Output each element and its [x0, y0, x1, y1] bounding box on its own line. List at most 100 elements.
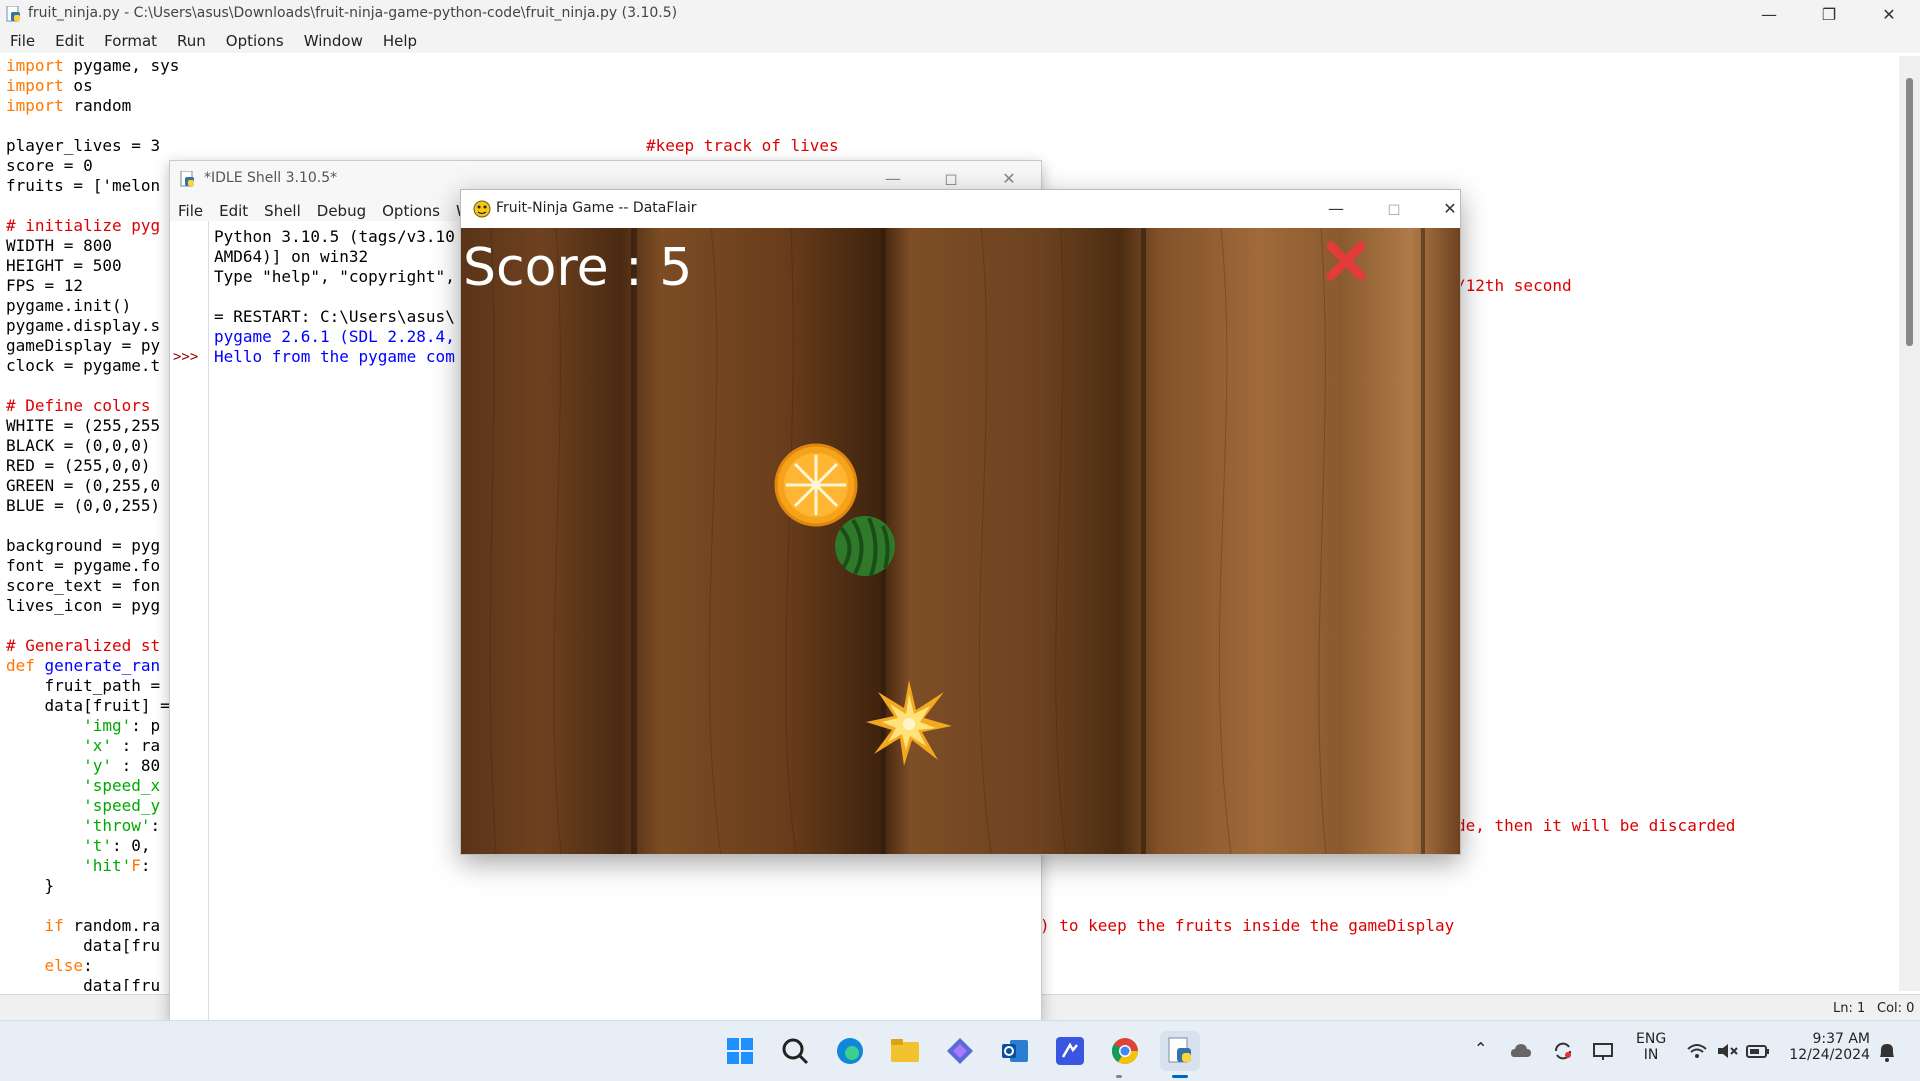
vscode-icon[interactable] [1050, 1031, 1090, 1071]
wood-background [461, 228, 1460, 854]
code-string: 't' [83, 836, 112, 855]
code-text: clock = pygame.t [6, 356, 161, 375]
onedrive-icon[interactable] [1510, 1041, 1532, 1061]
menu-run[interactable]: Run [167, 29, 216, 53]
code-string: 'x' [83, 736, 112, 755]
language-indicator[interactable]: ENG IN [1636, 1031, 1666, 1063]
shell-prompt: >>> [173, 349, 199, 365]
code-text: : 80 [111, 756, 161, 775]
close-button[interactable]: ✕ [1866, 0, 1912, 29]
chrome-icon[interactable] [1105, 1031, 1145, 1071]
clock[interactable]: 9:37 AM 12/24/2024 [1770, 1031, 1870, 1063]
code-text: score = 0 [6, 156, 93, 175]
code-text: background = pyg [6, 536, 161, 555]
menu-file[interactable]: File [0, 29, 45, 53]
language-code: ENG [1636, 1031, 1667, 1047]
open-app-indicator [1116, 1075, 1122, 1078]
idle-python-icon[interactable] [1160, 1031, 1200, 1071]
code-text: } [6, 876, 55, 895]
code-text: lives_icon = pyg [6, 596, 161, 615]
code-text: RED = (255,0,0) [6, 456, 151, 475]
code-text: : [150, 816, 161, 835]
game-close-button[interactable]: ✕ [1427, 194, 1473, 223]
shell-menu-file[interactable]: File [170, 197, 211, 223]
red-x-icon [1326, 241, 1366, 281]
code-text: : ra [111, 736, 161, 755]
notification-bell-icon[interactable] [1876, 1041, 1898, 1063]
code-line: import pygame, sys [6, 56, 1886, 76]
code-keyword: F [131, 856, 141, 875]
display-icon[interactable] [1592, 1041, 1614, 1061]
menu-options[interactable]: Options [216, 29, 294, 53]
code-text: fruits = ['melon [6, 176, 161, 195]
search-icon[interactable] [775, 1031, 815, 1071]
code-text: pygame, sys [63, 56, 180, 75]
editor-titlebar[interactable]: fruit_ninja.py - C:\Users\asus\Downloads… [0, 0, 1920, 29]
code-text: fruit_path = [6, 676, 161, 695]
shell-menu-debug[interactable]: Debug [309, 197, 374, 223]
editor-scroll-thumb[interactable] [1906, 78, 1913, 346]
code-text: data[fru [6, 976, 161, 991]
game-canvas[interactable]: Score : 5 [461, 228, 1460, 854]
clock-time: 9:37 AM [1812, 1031, 1870, 1047]
edge-icon[interactable] [830, 1031, 870, 1071]
shell-menu-options[interactable]: Options [374, 197, 448, 223]
windows-start-icon[interactable] [720, 1031, 760, 1071]
tray-overflow-icon[interactable]: ⌃ [1474, 1039, 1487, 1058]
code-text: WIDTH = 800 [6, 236, 112, 255]
active-app-indicator [1172, 1075, 1188, 1078]
file-explorer-icon[interactable] [885, 1031, 925, 1071]
code-comment: # initialize pyg [6, 216, 161, 235]
battery-icon[interactable] [1746, 1041, 1770, 1061]
code-text: data[fruit] = [6, 696, 170, 715]
taskbar: ⌃ ENG IN 9:37 AM 12/24/2024 [0, 1020, 1920, 1081]
code-text: FPS = 12 [6, 276, 84, 295]
menu-format[interactable]: Format [94, 29, 167, 53]
code-keyword: if [44, 916, 64, 935]
code-text: pygame.display.s [6, 316, 161, 335]
wifi-icon[interactable] [1686, 1041, 1708, 1061]
game-minimize-button[interactable]: — [1313, 194, 1359, 223]
code-text: HEIGHT = 500 [6, 256, 122, 275]
game-maximize-button[interactable]: ◻ [1371, 194, 1417, 223]
outlook-icon[interactable] [995, 1031, 1035, 1071]
code-text: player_lives = 3 [6, 136, 161, 155]
code-text: gameDisplay = py [6, 336, 161, 355]
speaker-muted-icon[interactable] [1716, 1041, 1738, 1061]
copilot-icon[interactable] [940, 1031, 980, 1071]
code-keyword: import [6, 56, 64, 75]
code-string: 'img' [83, 716, 132, 735]
game-window: Fruit-Ninja Game -- DataFlair — ◻ ✕ Scor… [460, 189, 1461, 855]
status-col: Col: 0 [1877, 1001, 1915, 1016]
minimize-button[interactable]: — [1746, 0, 1792, 29]
code-text: random [63, 96, 132, 115]
shell-menu-edit[interactable]: Edit [211, 197, 256, 223]
code-string: 'hit' [83, 856, 132, 875]
orange-icon [774, 443, 858, 527]
sync-icon[interactable] [1552, 1041, 1574, 1061]
editor-menubar: File Edit Format Run Options Window Help [0, 29, 1920, 53]
menu-help[interactable]: Help [373, 29, 427, 53]
code-text: BLUE = (0,0,255) [6, 496, 161, 515]
menu-window[interactable]: Window [294, 29, 373, 53]
code-text: BLACK = (0,0,0) [6, 436, 151, 455]
shell-menu-shell[interactable]: Shell [256, 197, 309, 223]
code-comment: # Generalized st [6, 636, 161, 655]
restore-button[interactable]: ❐ [1806, 0, 1852, 29]
code-text: font = pygame.fo [6, 556, 161, 575]
clock-date: 12/24/2024 [1789, 1047, 1870, 1063]
game-titlebar[interactable]: Fruit-Ninja Game -- DataFlair — ◻ ✕ [461, 190, 1460, 228]
menu-edit[interactable]: Edit [45, 29, 94, 53]
code-line: import os [6, 76, 1886, 96]
code-text: GREEN = (0,255,0 [6, 476, 161, 495]
code-keyword: import [6, 96, 64, 115]
code-keyword: import [6, 76, 64, 95]
